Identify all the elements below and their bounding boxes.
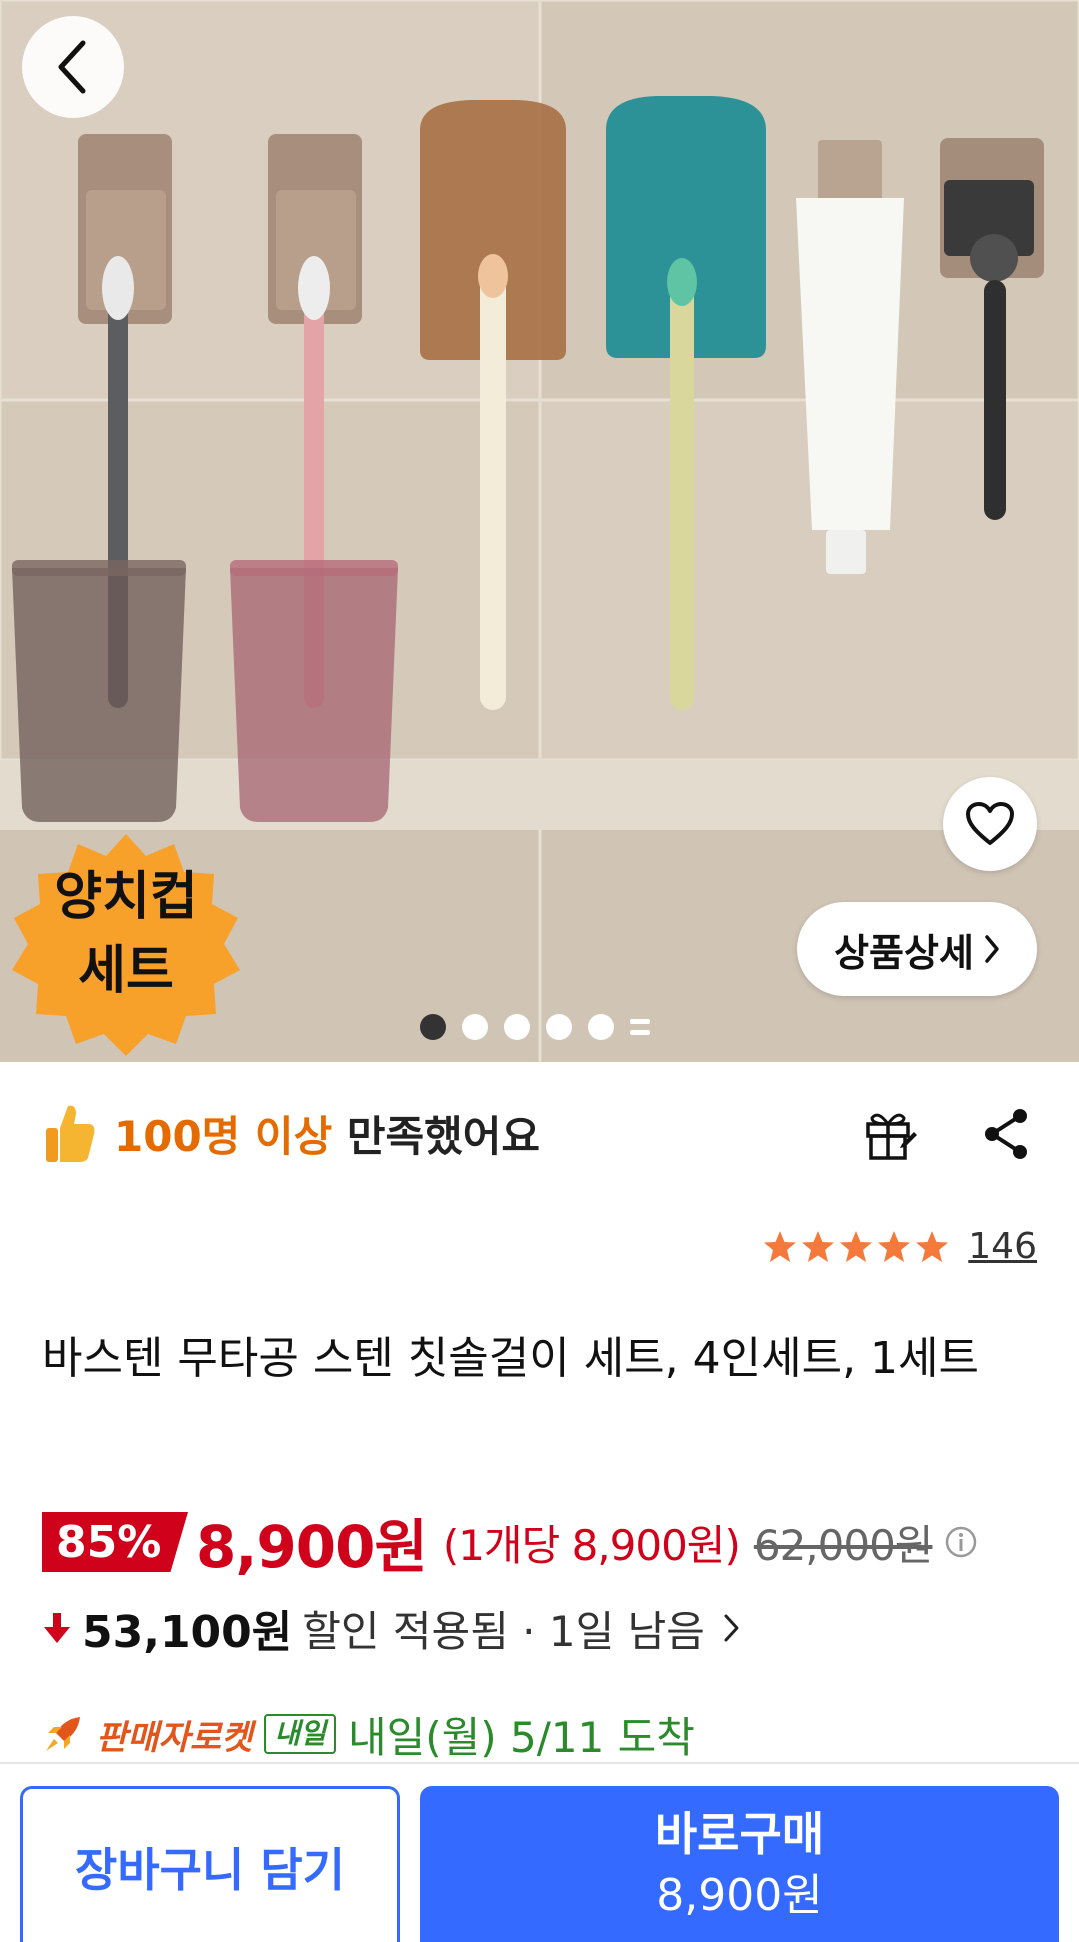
star-rating (762, 1229, 950, 1265)
purchase-bar: 장바구니 담기 바로구매 8,900원 (0, 1762, 1079, 1942)
thumbs-up-icon (46, 1105, 95, 1162)
star-icon (878, 1230, 911, 1262)
satisfaction-count: 100명 이상 (114, 1111, 333, 1161)
chevron-left-icon (58, 40, 86, 94)
chevron-right-icon (985, 935, 999, 963)
carousel-dot (462, 1014, 488, 1040)
gift-icon[interactable] (862, 1106, 918, 1162)
wishlist-button[interactable] (943, 777, 1037, 871)
promo-badge: 양치컵 세트 (8, 860, 244, 1008)
arrow-down-icon (44, 1613, 70, 1643)
satisfaction-row: 100명 이상 만족했어요 (42, 1098, 540, 1168)
discount-rate-badge: 85% (42, 1512, 188, 1572)
carousel-more-icon (630, 1019, 650, 1035)
discount-amount: 53,100원 (82, 1607, 293, 1658)
buy-now-label: 바로구매 (654, 1807, 825, 1861)
product-detail-button[interactable]: 상품상세 (797, 902, 1037, 996)
heart-icon (966, 802, 1014, 845)
unit-price: (1개당 8,900원) (442, 1520, 741, 1570)
carousel-dot (504, 1014, 530, 1040)
delivery-info: 판매자로켓 내일 내일(월) 5/11 도착 (42, 1704, 695, 1764)
satisfaction-text: 만족했어요 (346, 1111, 541, 1161)
discount-applied-row[interactable]: 53,100원 할인 적용됨 · 1일 남음 (42, 1596, 743, 1660)
buy-now-button[interactable]: 바로구매 8,900원 (420, 1786, 1059, 1942)
tomorrow-badge: 내일 (264, 1714, 336, 1754)
original-price: 62,000원 (753, 1520, 934, 1570)
star-icon (802, 1230, 835, 1262)
rating-summary[interactable]: 146 (762, 1226, 1037, 1267)
sale-price: 8,900원 (196, 1513, 428, 1581)
promo-badge-line2: 세트 (78, 941, 174, 1001)
share-icon[interactable] (980, 1106, 1032, 1162)
chevron-right-icon (724, 1614, 739, 1642)
arrival-date: 내일(월) 5/11 도착 (347, 1712, 695, 1762)
carousel-dot (546, 1014, 572, 1040)
rocket-icon (46, 1717, 80, 1751)
carousel-dot-active (420, 1014, 446, 1040)
star-icon (764, 1230, 797, 1262)
buy-now-price: 8,900원 (656, 1870, 823, 1921)
review-count-link[interactable]: 146 (968, 1226, 1037, 1267)
info-icon[interactable] (944, 1525, 978, 1559)
price-row: 85% 8,900원 (1개당 8,900원) 62,000원 (42, 1510, 978, 1581)
seller-rocket-label: 판매자로켓 (96, 1717, 253, 1758)
product-image-carousel[interactable]: 상품상세 양치컵 세트 (0, 0, 1079, 1062)
product-title: 바스텐 무타공 스텐 칫솔걸이 세트, 4인세트, 1세트 (42, 1333, 979, 1384)
carousel-dot (588, 1014, 614, 1040)
carousel-indicator (420, 1014, 650, 1040)
star-icon (916, 1230, 949, 1262)
back-button[interactable] (22, 16, 124, 118)
discount-note: 할인 적용됨 · 1일 남음 (302, 1606, 705, 1656)
promo-badge-line1: 양치컵 (54, 867, 198, 927)
star-icon (840, 1230, 873, 1262)
product-detail-label: 상품상세 (834, 930, 974, 975)
add-to-cart-button[interactable]: 장바구니 담기 (20, 1786, 400, 1942)
